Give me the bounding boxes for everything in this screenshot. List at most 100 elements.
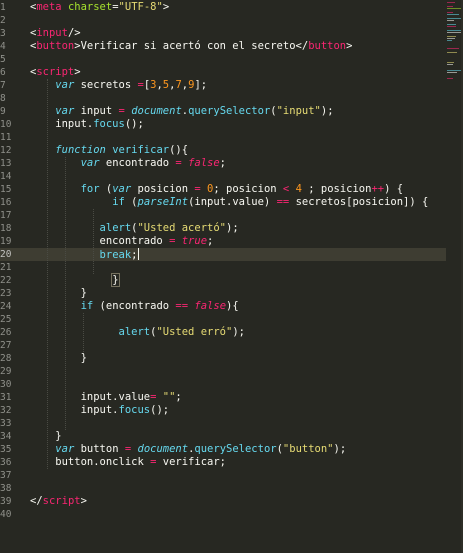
code-token: </ <box>295 40 309 52</box>
minimap-line <box>447 40 452 41</box>
code-line[interactable]: 1 <meta charset="UTF-8"> <box>0 1 446 14</box>
code-line[interactable]: 15 for (var posicion = 0; posicion < 4 ;… <box>0 183 446 196</box>
minimap-line <box>447 24 456 25</box>
code-line[interactable]: 14 <box>0 170 446 183</box>
code-line[interactable]: 27 <box>0 339 446 352</box>
code-token: </ <box>30 495 43 507</box>
code-line[interactable]: 7 var secretos =[3,5,7,9]; <box>0 79 446 92</box>
code-token: button <box>308 40 347 52</box>
code-token: ; <box>219 157 226 169</box>
code-line[interactable]: 17 <box>0 209 446 222</box>
code-line[interactable]: 19 encontrado = true; <box>0 235 446 248</box>
code-line[interactable]: 29 <box>0 365 446 378</box>
code-line[interactable]: 6 <script> <box>0 66 446 79</box>
code-token: parseInt <box>137 196 189 208</box>
code-line[interactable]: 2 <box>0 14 446 27</box>
code-token: encontrado <box>30 235 170 247</box>
code-editor[interactable]: 1 <meta charset="UTF-8"> 2 3 <input/> 4 <butto… <box>0 0 463 553</box>
code-line[interactable]: 12 function verificar(){ <box>0 144 446 157</box>
line-number: 36 <box>0 457 12 468</box>
code-token: Verificar si acertó con el secreto <box>80 40 296 52</box>
code-line[interactable]: 16 if (parseInt(input.value) == secretos… <box>0 196 446 209</box>
code-token: "button" <box>282 443 334 455</box>
code-token: ) { <box>384 183 404 195</box>
line-number: 1 <box>0 2 6 13</box>
line-code: button.onclick = verificar; <box>30 456 226 469</box>
code-token: alert <box>118 326 151 338</box>
line-number: 31 <box>0 392 12 403</box>
code-token: var <box>112 183 132 195</box>
line-number: 28 <box>0 353 12 364</box>
code-token: ); <box>333 443 347 455</box>
code-line[interactable]: 11 <box>0 131 446 144</box>
code-line[interactable]: 28 } <box>0 352 446 365</box>
code-token: querySelector <box>188 105 271 117</box>
code-token: } <box>111 273 120 287</box>
code-line[interactable]: 5 <box>0 53 446 66</box>
line-code: var input = document.querySelector("inpu… <box>30 105 333 118</box>
code-token: input <box>74 105 119 117</box>
code-line[interactable]: 37 <box>0 469 446 482</box>
code-line[interactable]: 3 <input/> <box>0 27 446 40</box>
code-token: function <box>55 144 106 156</box>
minimap-line <box>447 70 462 71</box>
line-number: 12 <box>0 145 12 156</box>
code-line[interactable]: 24 if (encontrado == false){ <box>0 300 446 313</box>
code-line[interactable]: 9 var input = document.querySelector("in… <box>0 105 446 118</box>
code-token: secretos[posicion]) { <box>289 196 429 208</box>
line-code: } <box>30 287 87 300</box>
line-number: 14 <box>0 171 12 182</box>
code-line[interactable]: 22 } <box>0 273 446 287</box>
code-line[interactable]: 21 <box>0 261 446 274</box>
minimap-line <box>447 36 456 37</box>
code-line[interactable]: 13 var encontrado = false; <box>0 157 446 170</box>
line-number: 4 <box>0 41 6 52</box>
code-token: focus <box>118 404 151 416</box>
code-token: } <box>30 352 87 364</box>
code-line[interactable]: 31 input.value= ""; <box>0 391 446 404</box>
code-token: verificar <box>112 144 170 156</box>
code-line[interactable]: 36 button.onclick = verificar; <box>0 456 446 469</box>
code-token: == <box>276 196 290 208</box>
code-line[interactable]: 18 alert("Usted acertó"); <box>0 222 446 235</box>
line-code: </script> <box>30 495 87 508</box>
code-token: input. <box>30 118 94 130</box>
code-line[interactable]: 26 alert("Usted erró"); <box>0 326 446 339</box>
code-line[interactable]: 23 } <box>0 287 446 300</box>
code-token: true <box>181 235 208 247</box>
code-line[interactable]: 20 break; <box>0 248 446 261</box>
line-number: 32 <box>0 405 12 416</box>
code-line[interactable]: 35 var button = document.querySelector("… <box>0 443 446 456</box>
code-line[interactable]: 8 <box>0 92 446 105</box>
code-line[interactable]: 33 <box>0 417 446 430</box>
code-line[interactable]: 40 <box>0 508 446 521</box>
minimap-line <box>447 62 454 63</box>
code-token: ++ <box>371 183 385 195</box>
line-number: 27 <box>0 340 12 351</box>
code-token: script <box>42 495 81 507</box>
code-line[interactable]: 25 <box>0 313 446 326</box>
code-token: ; <box>207 235 214 247</box>
line-code: <button>Verificar si acertó con el secre… <box>30 40 352 53</box>
code-line[interactable]: 32 input.focus(); <box>0 404 446 417</box>
line-number: 9 <box>0 106 6 117</box>
line-number: 18 <box>0 223 12 234</box>
code-line[interactable]: 38 <box>0 482 446 495</box>
line-code: <script> <box>30 66 81 79</box>
code-line[interactable]: 4 <button>Verificar si acertó con el secr… <box>0 40 446 53</box>
line-code: var secretos =[3,5,7,9]; <box>30 79 207 92</box>
code-token: focus <box>93 118 125 130</box>
line-number: 24 <box>0 301 12 312</box>
code-line[interactable]: 10 input.focus(); <box>0 118 446 131</box>
code-token: > <box>80 495 87 507</box>
line-number: 34 <box>0 431 12 442</box>
minimap-line <box>447 38 455 39</box>
line-number: 22 <box>0 275 12 286</box>
code-line[interactable]: 39 </script> <box>0 495 446 508</box>
code-token: button <box>36 40 75 52</box>
code-line[interactable]: 34 } <box>0 430 446 443</box>
code-line[interactable]: 30 <box>0 378 446 391</box>
